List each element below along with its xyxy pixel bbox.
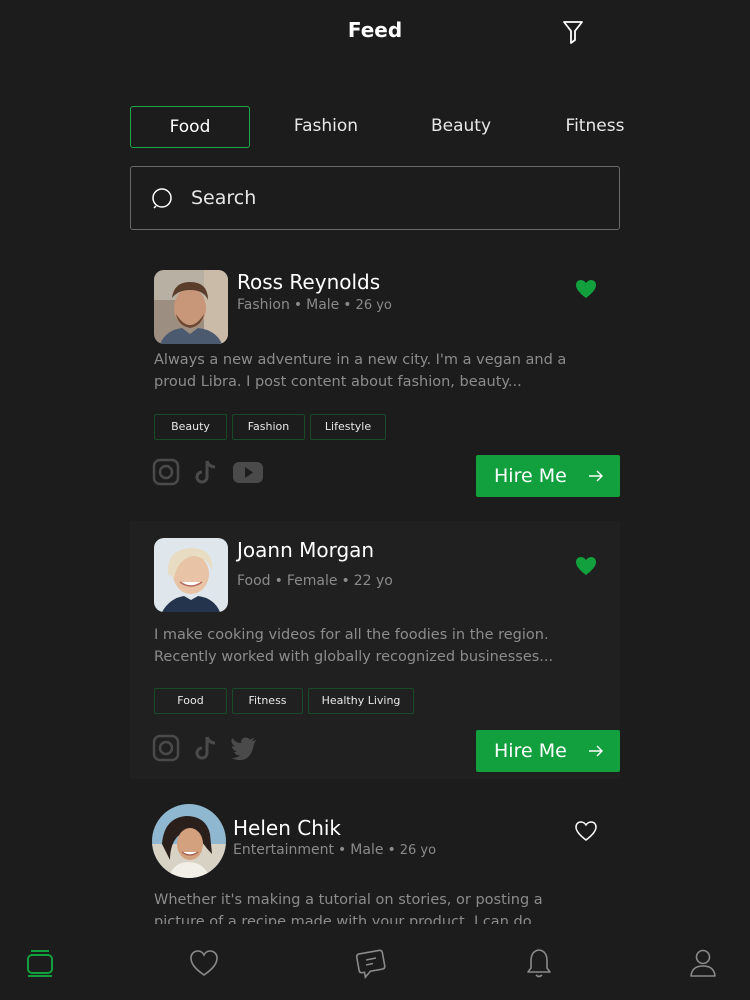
favorite-button[interactable] xyxy=(574,278,598,300)
nav-profile[interactable] xyxy=(686,946,720,980)
feed-icon xyxy=(27,950,53,977)
heart-outline-icon xyxy=(575,821,597,841)
creator-name: Joann Morgan xyxy=(237,538,375,562)
separator-dot: • xyxy=(274,573,283,589)
heart-icon xyxy=(190,950,218,976)
tag: Healthy Living xyxy=(308,688,414,714)
instagram-icon[interactable] xyxy=(152,458,180,486)
tag: Fitness xyxy=(232,688,303,714)
page-title: Feed xyxy=(347,18,403,42)
nav-feed[interactable] xyxy=(23,946,57,980)
creator-bio: I make cooking videos for all the foodie… xyxy=(154,627,554,665)
creator-bio: Always a new adventure in a new city. I'… xyxy=(154,352,567,390)
creator-gender: Male xyxy=(306,297,340,313)
search-input[interactable] xyxy=(191,181,601,215)
nav-notifications[interactable] xyxy=(522,946,556,980)
tag: Lifestyle xyxy=(310,414,386,440)
header: Feed xyxy=(0,0,750,64)
creator-bio: Whether it's making a tutorial on storie… xyxy=(154,892,546,924)
creator-age: 26 yo xyxy=(399,843,437,858)
instagram-icon[interactable] xyxy=(152,734,180,762)
creator-age: 22 yo xyxy=(353,573,393,589)
twitter-icon[interactable] xyxy=(230,734,258,762)
tiktok-icon[interactable] xyxy=(192,734,220,762)
tab-fashion[interactable]: Fashion xyxy=(270,106,382,148)
creator-card: Ross Reynolds Fashion • Male • 26 yo Always … xyxy=(130,256,620,514)
hire-me-label: Hire Me xyxy=(494,740,567,762)
creator-category: Fashion xyxy=(237,297,290,313)
separator-dot: • xyxy=(341,573,350,589)
youtube-icon[interactable] xyxy=(232,458,264,486)
hire-me-label: Hire Me xyxy=(494,465,567,487)
creator-meta: Fashion • Male • 26 yo xyxy=(237,297,392,313)
filter-icon xyxy=(563,21,583,44)
tag: Beauty xyxy=(154,414,227,440)
tab-fitness[interactable]: Fitness xyxy=(540,106,650,148)
category-tabs: Food Fashion Beauty Fitness xyxy=(130,106,650,150)
separator-dot: • xyxy=(343,297,352,313)
bell-icon xyxy=(527,949,551,978)
creator-meta: Food • Female • 22 yo xyxy=(237,573,393,589)
bottom-nav xyxy=(0,924,750,1000)
creator-age: 26 yo xyxy=(355,298,392,313)
heart-filled-icon xyxy=(576,557,596,575)
separator-dot: • xyxy=(293,297,303,313)
tag: Fashion xyxy=(232,414,305,440)
search-icon xyxy=(152,188,172,209)
nav-favorites[interactable] xyxy=(187,946,221,980)
arrow-right-icon xyxy=(589,745,603,757)
hire-me-button[interactable]: Hire Me xyxy=(476,730,620,772)
tiktok-icon[interactable] xyxy=(192,458,220,486)
creator-card: Helen Chik Entertainment • Male • 26 yo Whet… xyxy=(130,785,620,924)
creator-name: Helen Chik xyxy=(233,816,342,840)
hire-me-button[interactable]: Hire Me xyxy=(476,455,620,497)
search-box xyxy=(130,166,620,230)
favorite-button[interactable] xyxy=(574,820,598,842)
creator-meta: Entertainment • Male • 26 yo xyxy=(233,842,436,858)
creator-gender: Female xyxy=(286,573,338,589)
profile-icon xyxy=(690,949,716,977)
tag: Food xyxy=(154,688,227,714)
creator-gender: Male xyxy=(350,842,384,858)
avatar xyxy=(154,270,228,344)
separator-dot: • xyxy=(387,842,396,858)
avatar xyxy=(154,538,228,612)
heart-filled-icon xyxy=(576,280,596,298)
chat-icon xyxy=(355,949,386,980)
creator-category: Entertainment xyxy=(233,842,335,858)
nav-messages[interactable] xyxy=(354,946,388,980)
creator-name: Ross Reynolds xyxy=(237,270,381,294)
favorite-button[interactable] xyxy=(574,555,598,577)
tab-beauty[interactable]: Beauty xyxy=(406,106,516,148)
separator-dot: • xyxy=(338,842,347,858)
creator-card: Joann Morgan Food • Female • 22 yo I make co… xyxy=(130,521,620,779)
creator-category: Food xyxy=(237,573,271,589)
filter-button[interactable] xyxy=(560,18,586,46)
avatar xyxy=(152,804,226,878)
tab-food[interactable]: Food xyxy=(130,106,250,148)
arrow-right-icon xyxy=(589,470,603,482)
